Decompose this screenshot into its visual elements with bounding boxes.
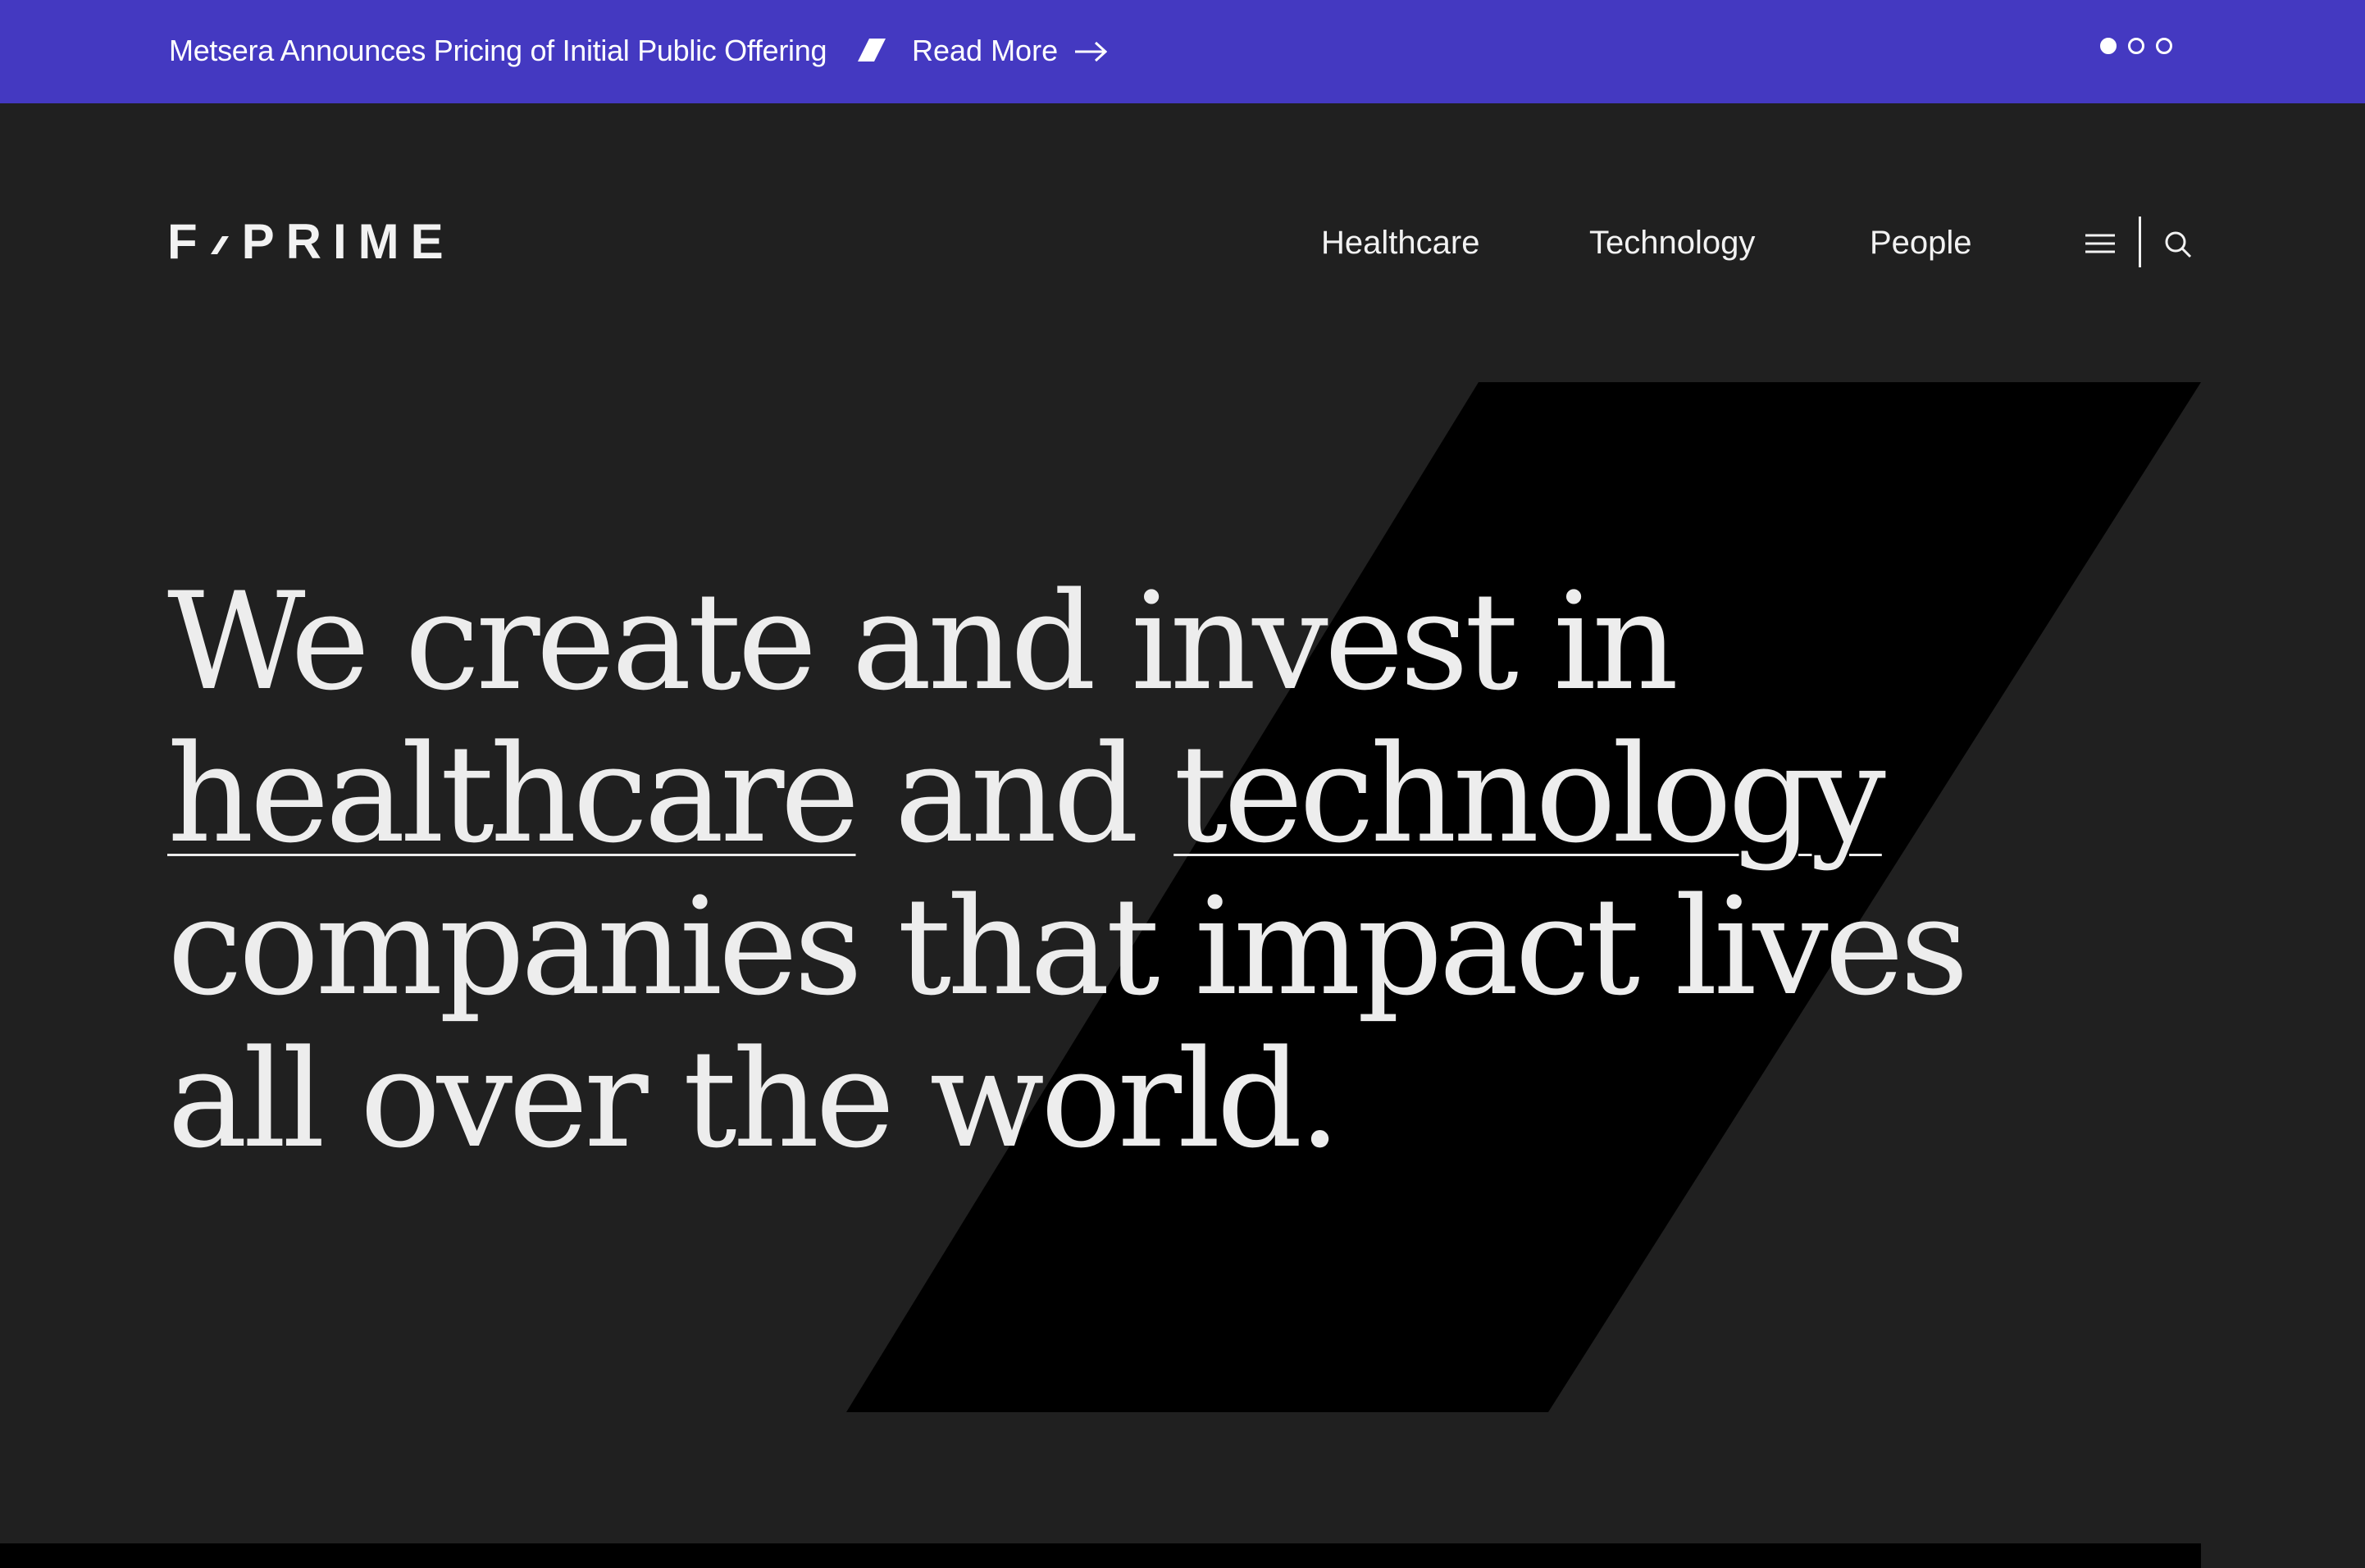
slide-dot-3[interactable]: [2156, 38, 2172, 54]
slide-indicators: [2100, 38, 2172, 59]
fprime-logo[interactable]: F PRIME: [167, 214, 455, 269]
announcement-bar: Metsera Announces Pricing of Initial Pub…: [0, 0, 2365, 103]
hero-line-3: companies that impact lives: [167, 868, 1969, 1025]
nav-technology[interactable]: Technology: [1589, 218, 1755, 267]
nav-healthcare[interactable]: Healthcare: [1321, 218, 1479, 267]
read-more-link[interactable]: Read More: [912, 0, 1058, 103]
logo-wordmark: PRIME: [241, 213, 455, 269]
search-icon[interactable]: [2163, 230, 2193, 259]
logo-letter-f: F: [167, 213, 209, 269]
hero-link-healthcare[interactable]: healthcare: [167, 716, 860, 873]
slash-icon: [858, 39, 886, 62]
slide-dot-1[interactable]: [2100, 38, 2117, 54]
slide-dot-2[interactable]: [2128, 38, 2144, 54]
logo-tick-mark: [210, 236, 229, 254]
hero-link-technology[interactable]: technology: [1173, 716, 1886, 873]
hero-line-1: We create and invest in: [167, 563, 1679, 720]
nav-people[interactable]: People: [1870, 218, 1972, 267]
hamburger-icon[interactable]: [2085, 232, 2115, 255]
hero-line-4: all over the world.: [167, 1021, 1342, 1178]
arrow-right-icon[interactable]: [1074, 41, 1107, 62]
announcement-text: Metsera Announces Pricing of Initial Pub…: [169, 34, 827, 67]
hero-headline: We create and invest in healthcare and te…: [167, 566, 2012, 1176]
next-section-band: [0, 1543, 2201, 1568]
hero-and: and: [894, 716, 1139, 873]
header-divider: [2139, 217, 2141, 267]
